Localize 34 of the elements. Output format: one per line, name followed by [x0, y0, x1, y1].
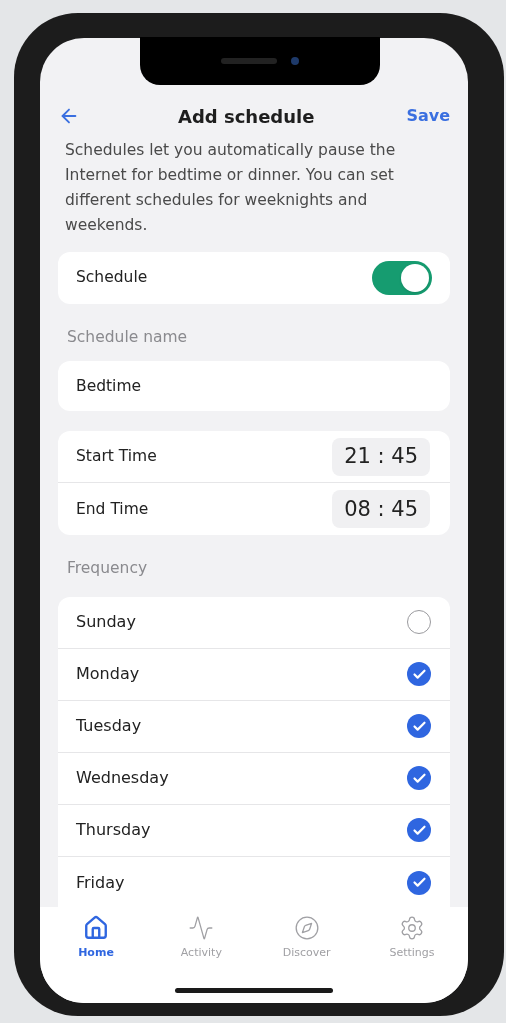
day-label: Wednesday [76, 767, 169, 789]
day-row[interactable]: Friday [58, 856, 450, 907]
day-label: Thursday [76, 819, 151, 841]
toggle-label: Schedule [76, 267, 148, 289]
day-label: Tuesday [76, 715, 142, 737]
time-label: Start Time [76, 446, 157, 468]
day-label: Friday [76, 871, 125, 894]
settings-icon [399, 915, 425, 941]
description-text: Schedules let you automatically pause the Internet for bedtime or dinner. You can set different schedules for weeknights and weekends. [64, 140, 397, 236]
compass-icon [293, 915, 320, 941]
checked-icon[interactable] [407, 818, 431, 842]
time-picker[interactable]: 08 : 45 [332, 490, 430, 529]
tab-item[interactable]: Home [62, 915, 130, 962]
time-picker[interactable]: 21 : 45 [332, 437, 430, 476]
checked-icon[interactable] [407, 870, 431, 895]
screen-title: Add schedule [177, 104, 315, 129]
time-label: End Time [76, 498, 149, 520]
day-row[interactable]: Tuesday [58, 700, 450, 753]
checked-icon[interactable] [407, 766, 431, 790]
day-label: Monday [76, 663, 140, 685]
name-field[interactable]: Bedtime [58, 361, 450, 412]
day-label: Sunday [76, 611, 136, 633]
day-row[interactable]: Sunday [58, 596, 450, 649]
schedule-switch[interactable] [372, 261, 432, 295]
day-row[interactable]: Wednesday [58, 752, 450, 805]
home-icon [83, 915, 109, 941]
day-row[interactable]: Monday [58, 648, 450, 701]
section-label: Schedule name [66, 327, 189, 348]
save-button[interactable]: Save [406, 104, 450, 128]
section-label: Frequency [66, 558, 149, 580]
checked-icon[interactable] [407, 662, 431, 686]
day-row[interactable]: Thursday [58, 804, 450, 857]
checked-icon[interactable] [407, 714, 431, 738]
pulse-icon [188, 915, 215, 941]
